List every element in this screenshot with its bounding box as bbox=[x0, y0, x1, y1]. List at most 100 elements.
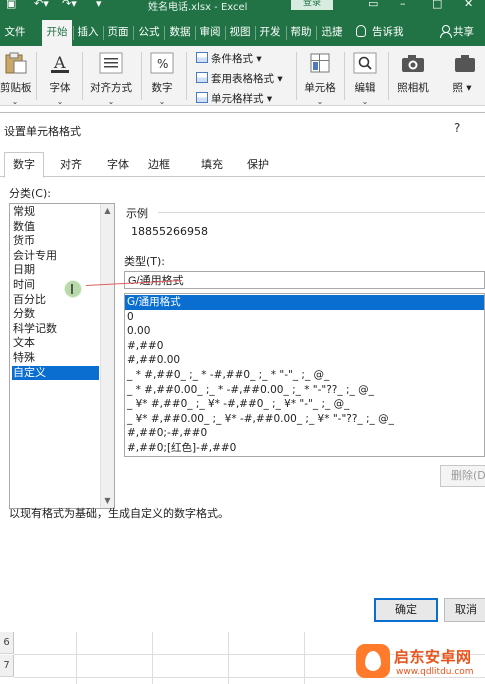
conditional-format-button[interactable]: 条件格式 ▾ bbox=[196, 50, 283, 70]
format-item[interactable]: #,##0 bbox=[125, 339, 484, 354]
format-item[interactable]: 0.00 bbox=[125, 324, 484, 339]
category-general[interactable]: 常规 bbox=[12, 205, 99, 220]
group-separator bbox=[344, 52, 345, 100]
number-group[interactable]: % 数字 ⌄ bbox=[146, 52, 178, 106]
tab-insert[interactable]: 插入 bbox=[74, 20, 102, 44]
format-item[interactable]: 0 bbox=[125, 310, 484, 325]
maximize-icon[interactable]: □ bbox=[432, 0, 442, 11]
login-button[interactable]: 登录 bbox=[291, 0, 333, 10]
tab-data[interactable]: 数据 bbox=[165, 20, 195, 44]
category-percentage[interactable]: 百分比 bbox=[12, 293, 99, 308]
svg-text:A: A bbox=[53, 53, 66, 72]
tab-protection[interactable]: 保护 bbox=[238, 155, 278, 177]
format-item[interactable]: _ * #,##0_ ;_ * -#,##0_ ;_ * "-"_ ;_ @_ bbox=[125, 368, 484, 383]
share-label: 共享 bbox=[453, 26, 474, 38]
row-header[interactable]: 7 bbox=[0, 655, 14, 677]
minimize-icon[interactable]: – bbox=[400, 0, 406, 11]
format-item[interactable]: _ * #,##0.00_ ;_ * -#,##0.00_ ;_ * "-"??… bbox=[125, 383, 484, 398]
font-label: 字体 bbox=[49, 82, 71, 94]
cell-styles-button[interactable]: 单元格样式 ▾ bbox=[196, 90, 283, 110]
chevron-down-icon: ⌄ bbox=[361, 97, 369, 106]
ribbon-display-icon[interactable]: ▭ bbox=[368, 0, 378, 11]
styles-group: 条件格式 ▾ 套用表格格式 ▾ 单元格样式 ▾ bbox=[196, 50, 283, 110]
camera-icon bbox=[449, 52, 475, 74]
tell-me-search[interactable]: 告诉我 bbox=[356, 20, 404, 44]
category-currency[interactable]: 货币 bbox=[12, 234, 99, 249]
customize-qat-icon[interactable]: ▾ bbox=[96, 0, 102, 11]
number-label: 数字 bbox=[151, 82, 173, 94]
group-separator bbox=[296, 52, 297, 100]
category-scrollbar[interactable]: ▲ ▼ bbox=[100, 204, 114, 508]
lightbulb-icon bbox=[356, 25, 366, 37]
paste-icon bbox=[2, 52, 28, 74]
format-item[interactable]: #,##0.00 bbox=[125, 353, 484, 368]
category-special[interactable]: 特殊 bbox=[12, 351, 99, 366]
cells-icon bbox=[307, 52, 333, 74]
camera-button-2[interactable]: 照 ▾ bbox=[442, 52, 482, 95]
clipboard-label: 剪贴板 bbox=[0, 82, 32, 94]
tab-border[interactable]: 边框 bbox=[140, 155, 178, 177]
format-code-list[interactable]: G/通用格式 0 0.00 #,##0 #,##0.00 _ * #,##0_ … bbox=[124, 293, 485, 457]
category-label: 分类(C): bbox=[9, 187, 51, 200]
tab-fill[interactable]: 填充 bbox=[192, 155, 232, 177]
category-fraction[interactable]: 分数 bbox=[12, 307, 99, 322]
redo-icon[interactable]: ↷▾ bbox=[62, 0, 77, 11]
share-button[interactable]: 共享 bbox=[440, 20, 474, 44]
camera-button[interactable]: 照相机 bbox=[392, 52, 434, 95]
help-icon[interactable]: ? bbox=[454, 121, 460, 135]
tab-alignment[interactable]: 对齐 bbox=[52, 155, 90, 177]
cells-label: 单元格 bbox=[304, 82, 336, 94]
clipboard-group[interactable]: 剪贴板 ⌄ bbox=[0, 52, 32, 106]
ribbon-tabs: 文件 开始 插入 页面 公式 数据 审阅 视图 开发 帮助 迅捷 告诉我 共享 bbox=[0, 12, 485, 46]
scroll-up-icon[interactable]: ▲ bbox=[101, 204, 114, 218]
format-as-table-label: 套用表格格式 bbox=[211, 73, 274, 85]
font-group[interactable]: A 字体 ⌄ bbox=[42, 52, 78, 106]
save-icon[interactable]: ▣ bbox=[6, 0, 16, 11]
close-icon[interactable]: ✕ bbox=[464, 0, 473, 11]
tab-page-layout[interactable]: 页面 bbox=[104, 20, 132, 44]
format-item[interactable]: G/通用格式 bbox=[125, 295, 484, 310]
format-item[interactable]: #,##0;[红色]-#,##0 bbox=[125, 441, 484, 456]
format-as-table-button[interactable]: 套用表格格式 ▾ bbox=[196, 70, 283, 90]
watermark-logo-icon bbox=[356, 644, 390, 678]
chevron-down-icon: ⌄ bbox=[107, 97, 115, 106]
delete-button[interactable]: 删除(D bbox=[440, 465, 485, 487]
format-item[interactable]: _ ¥* #,##0.00_ ;_ ¥* -#,##0.00_ ;_ ¥* "-… bbox=[125, 412, 484, 427]
watermark: 启东安卓网 www.qdlitdu.com bbox=[356, 640, 485, 684]
format-item[interactable]: #,##0;-#,##0 bbox=[125, 426, 484, 441]
editing-group[interactable]: 编辑 ⌄ bbox=[348, 52, 382, 106]
tab-developer[interactable]: 开发 bbox=[256, 20, 284, 44]
category-accounting[interactable]: 会计专用 bbox=[12, 249, 99, 264]
ok-button[interactable]: 确定 bbox=[374, 598, 438, 622]
undo-icon[interactable]: ↶▾ bbox=[34, 0, 49, 11]
format-item[interactable]: _ ¥* #,##0_ ;_ ¥* -#,##0_ ;_ ¥* "-"_ ;_ … bbox=[125, 397, 484, 412]
cell-styles-label: 单元格样式 bbox=[211, 93, 264, 105]
tab-file[interactable]: 文件 bbox=[0, 20, 30, 44]
watermark-url: www.qdlitdu.com bbox=[396, 667, 474, 677]
tab-view[interactable]: 视图 bbox=[226, 20, 254, 44]
tab-formulas[interactable]: 公式 bbox=[134, 20, 164, 44]
tab-help[interactable]: 帮助 bbox=[287, 20, 315, 44]
font-a-icon: A bbox=[47, 52, 73, 74]
svg-text:%: % bbox=[157, 57, 168, 71]
tab-review[interactable]: 审阅 bbox=[196, 20, 224, 44]
search-icon bbox=[352, 52, 378, 74]
tab-home[interactable]: 开始 bbox=[42, 20, 72, 46]
group-separator bbox=[388, 52, 389, 100]
category-number[interactable]: 数值 bbox=[12, 220, 99, 235]
cancel-button[interactable]: 取消 bbox=[444, 598, 485, 622]
tab-number[interactable]: 数字 bbox=[4, 152, 44, 178]
alignment-group[interactable]: 对齐方式 ⌄ bbox=[86, 52, 136, 106]
category-date[interactable]: 日期 bbox=[12, 263, 99, 278]
tab-xunjie[interactable]: 迅捷 bbox=[317, 20, 347, 44]
category-custom[interactable]: 自定义 bbox=[12, 365, 99, 381]
category-text[interactable]: 文本 bbox=[12, 336, 99, 351]
tab-font[interactable]: 字体 bbox=[98, 155, 138, 177]
cells-group[interactable]: 单元格 ⌄ bbox=[300, 52, 340, 106]
title-bar: ▣ ↶▾ ↷▾ ▾ 姓名电话.xlsx - Excel 登录 ▭ – □ ✕ bbox=[0, 0, 485, 12]
row-header[interactable]: 6 bbox=[0, 632, 14, 654]
cell-styles-icon bbox=[196, 92, 208, 103]
category-scientific[interactable]: 科学记数 bbox=[12, 322, 99, 337]
category-list[interactable]: 常规 数值 货币 会计专用 日期 时间 百分比 分数 科学记数 文本 特殊 自定… bbox=[9, 203, 115, 509]
watermark-name: 启东安卓网 bbox=[394, 648, 472, 666]
